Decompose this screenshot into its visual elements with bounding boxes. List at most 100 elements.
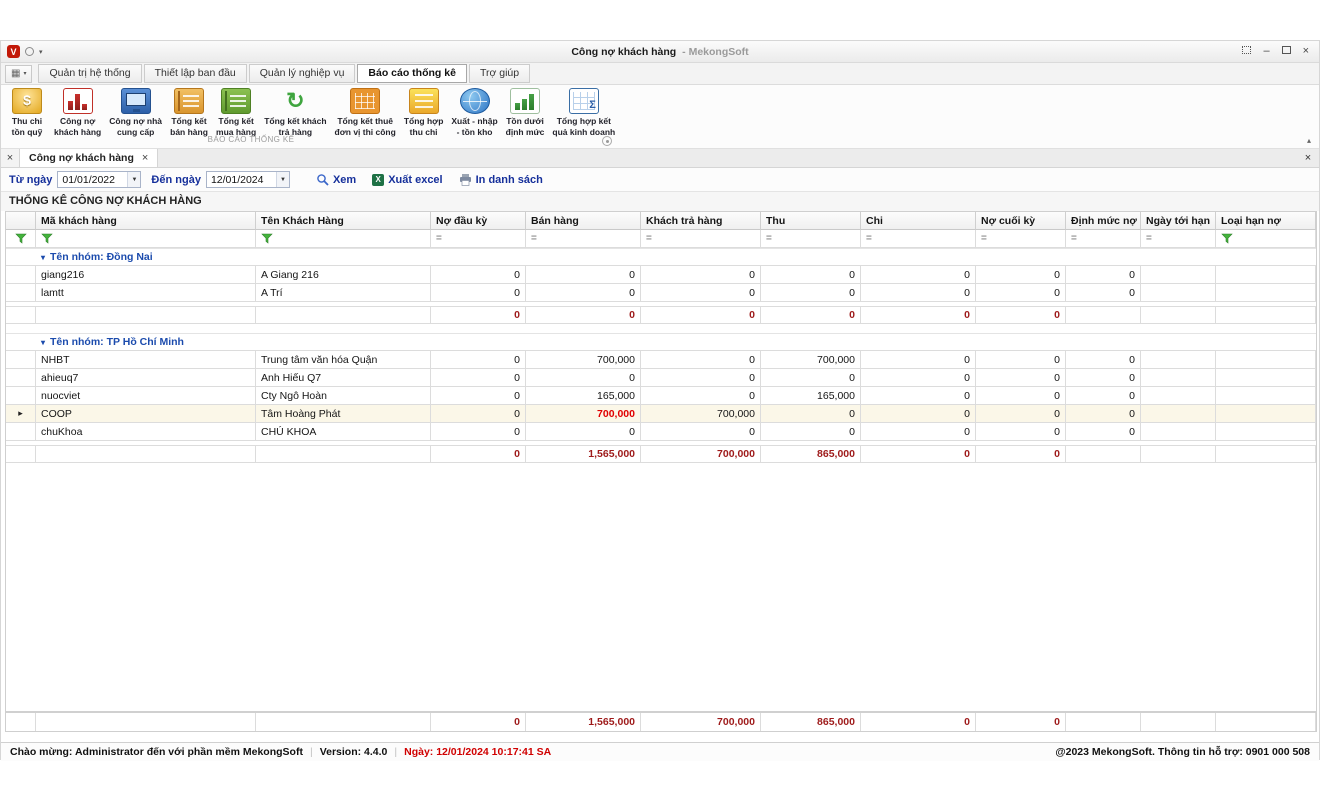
customer-name-cell[interactable]: Tâm Hoàng Phát — [256, 405, 431, 423]
filter-cell-4[interactable]: = — [641, 230, 761, 248]
debt-type-cell[interactable] — [1216, 266, 1316, 284]
fit-screen-icon[interactable] — [1242, 46, 1251, 57]
ribbon-button-5[interactable]: Tổng kết kháchtrả hàng — [261, 87, 329, 137]
debt-type-cell[interactable] — [1216, 423, 1316, 441]
customer-code-cell[interactable]: nuocviet — [36, 387, 256, 405]
data-row-lamtt[interactable]: lamttA Trí0000000 — [6, 284, 1316, 302]
value-cell[interactable]: 0 — [1066, 387, 1141, 405]
tabbar-close-left-button[interactable]: × — [1, 149, 20, 167]
to-date-dropdown-icon[interactable]: ▼ — [276, 172, 289, 187]
value-cell[interactable]: 0 — [976, 405, 1066, 423]
value-cell[interactable]: 0 — [861, 284, 976, 302]
view-button[interactable]: Xem — [316, 173, 356, 186]
filter-cell-6[interactable]: = — [861, 230, 976, 248]
customer-code-cell[interactable]: chuKhoa — [36, 423, 256, 441]
value-cell[interactable]: 0 — [761, 423, 861, 441]
restore-button[interactable] — [1282, 46, 1291, 57]
value-cell[interactable]: 0 — [641, 284, 761, 302]
from-date-dropdown-icon[interactable]: ▼ — [127, 172, 140, 187]
value-cell[interactable]: 0 — [431, 405, 526, 423]
column-header-6[interactable]: Chi — [861, 212, 976, 230]
filter-cell-0[interactable] — [36, 230, 256, 248]
value-cell[interactable]: 0 — [431, 351, 526, 369]
application-menu-button[interactable]: ▦ ▾ — [5, 65, 32, 83]
group-expand-icon[interactable]: ▾ — [41, 253, 45, 262]
column-header-4[interactable]: Khách trả hàng — [641, 212, 761, 230]
debt-type-cell[interactable] — [1216, 284, 1316, 302]
ribbon-button-10[interactable]: Tổng hợp kếtquả kinh doanh — [549, 87, 618, 137]
ribbon-tab-3[interactable]: Báo cáo thống kê — [357, 64, 467, 83]
value-cell[interactable]: 0 — [1066, 423, 1141, 441]
value-cell[interactable]: 700,000 — [526, 351, 641, 369]
value-cell[interactable]: 0 — [526, 369, 641, 387]
group-expand-icon[interactable]: ▾ — [41, 338, 45, 347]
value-cell[interactable]: 0 — [431, 284, 526, 302]
ribbon-button-7[interactable]: Tổng hợpthu chi — [401, 87, 447, 137]
value-cell[interactable]: 0 — [976, 351, 1066, 369]
close-button[interactable]: × — [1303, 46, 1309, 57]
to-date-input[interactable]: 12/01/2024 ▼ — [206, 171, 290, 188]
customer-code-cell[interactable]: NHBT — [36, 351, 256, 369]
value-cell[interactable]: 0 — [761, 369, 861, 387]
value-cell[interactable]: 165,000 — [526, 387, 641, 405]
ribbon-tab-0[interactable]: Quản trị hệ thống — [38, 64, 141, 83]
column-header-8[interactable]: Định mức nợ — [1066, 212, 1141, 230]
due-date-cell[interactable] — [1141, 369, 1216, 387]
debt-type-cell[interactable] — [1216, 351, 1316, 369]
value-cell[interactable]: 0 — [976, 284, 1066, 302]
ribbon-button-9[interactable]: Tồn dướiđịnh mức — [503, 87, 548, 137]
quick-access-circle-icon[interactable] — [25, 47, 34, 56]
group-dialog-launcher[interactable] — [602, 136, 612, 146]
value-cell[interactable]: 0 — [526, 284, 641, 302]
group-header-row-1[interactable]: ▾Tên nhóm: TP Hồ Chí Minh — [6, 333, 1316, 351]
group-header-row-0[interactable]: ▾Tên nhóm: Đồng Nai — [6, 248, 1316, 266]
column-header-3[interactable]: Bán hàng — [526, 212, 641, 230]
value-cell[interactable]: 0 — [861, 369, 976, 387]
customer-name-cell[interactable]: Cty Ngô Hoàn — [256, 387, 431, 405]
debt-type-cell[interactable] — [1216, 369, 1316, 387]
value-cell[interactable]: 700,000 — [526, 405, 641, 423]
value-cell[interactable]: 0 — [1066, 369, 1141, 387]
value-cell[interactable]: 0 — [431, 387, 526, 405]
customer-code-cell[interactable]: lamtt — [36, 284, 256, 302]
data-row-NHBT[interactable]: NHBTTrung tâm văn hóa Quận0700,0000700,0… — [6, 351, 1316, 369]
mekongsoft-logo-icon[interactable]: V — [7, 45, 20, 58]
value-cell[interactable]: 0 — [761, 405, 861, 423]
value-cell[interactable]: 165,000 — [761, 387, 861, 405]
customer-name-cell[interactable]: CHÚ KHOA — [256, 423, 431, 441]
filter-cell-9[interactable]: = — [1141, 230, 1216, 248]
value-cell[interactable]: 0 — [976, 387, 1066, 405]
value-cell[interactable]: 0 — [526, 423, 641, 441]
tabbar-close-right-button[interactable]: × — [1297, 149, 1319, 167]
customer-code-cell[interactable]: giang216 — [36, 266, 256, 284]
value-cell[interactable]: 0 — [431, 266, 526, 284]
ribbon-button-0[interactable]: Thu chitồn quỹ — [5, 87, 49, 137]
column-header-2[interactable]: Nợ đầu kỳ — [431, 212, 526, 230]
column-header-7[interactable]: Nợ cuối kỳ — [976, 212, 1066, 230]
filter-cell-3[interactable]: = — [526, 230, 641, 248]
value-cell[interactable]: 0 — [431, 423, 526, 441]
value-cell[interactable]: 0 — [641, 369, 761, 387]
data-row-ahieuq7[interactable]: ahieuq7Anh Hiếu Q70000000 — [6, 369, 1316, 387]
ribbon-button-3[interactable]: Tổng kếtbán hàng — [167, 87, 211, 137]
export-excel-button[interactable]: X Xuất excel — [372, 174, 442, 186]
from-date-input[interactable]: 01/01/2022 ▼ — [57, 171, 141, 188]
column-header-10[interactable]: Loại hạn nợ — [1216, 212, 1316, 230]
data-row-COOP[interactable]: ▸COOPTâm Hoàng Phát0700,000700,0000000 — [6, 405, 1316, 423]
value-cell[interactable]: 0 — [976, 369, 1066, 387]
due-date-cell[interactable] — [1141, 351, 1216, 369]
value-cell[interactable]: 0 — [976, 266, 1066, 284]
value-cell[interactable]: 0 — [641, 266, 761, 284]
value-cell[interactable]: 0 — [526, 266, 641, 284]
value-cell[interactable]: 700,000 — [641, 405, 761, 423]
minimize-button[interactable]: – — [1263, 46, 1269, 57]
data-row-giang216[interactable]: giang216A Giang 2160000000 — [6, 266, 1316, 284]
debt-type-cell[interactable] — [1216, 405, 1316, 423]
document-tab-cong-no-khach-hang[interactable]: Công nợ khách hàng × — [20, 149, 158, 167]
due-date-cell[interactable] — [1141, 284, 1216, 302]
quick-access-dropdown-icon[interactable]: ▾ — [39, 48, 43, 56]
value-cell[interactable]: 0 — [761, 284, 861, 302]
ribbon-button-1[interactable]: Công nợkhách hàng — [51, 87, 104, 137]
customer-code-cell[interactable]: ahieuq7 — [36, 369, 256, 387]
value-cell[interactable]: 0 — [861, 266, 976, 284]
